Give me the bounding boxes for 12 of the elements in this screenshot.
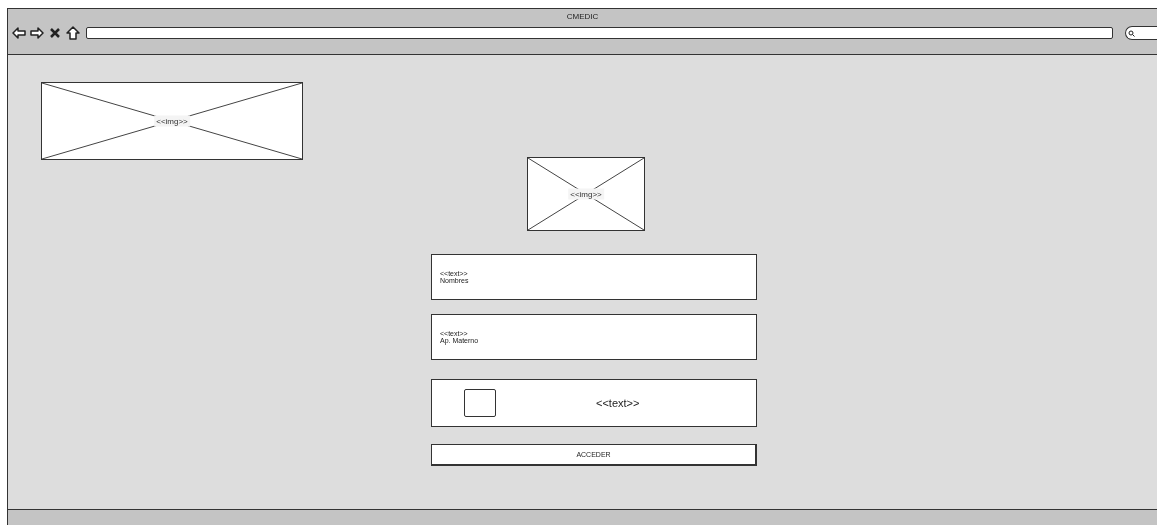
window-title: CMEDIC (566, 12, 599, 21)
search-icon (1128, 29, 1135, 37)
checkbox[interactable] (464, 389, 496, 417)
image-label: <<img>> (154, 115, 190, 127)
home-icon[interactable] (66, 26, 80, 40)
search-field[interactable] (1125, 26, 1157, 40)
address-bar[interactable] (86, 27, 1113, 39)
captcha-label: <<text>> (596, 397, 640, 409)
image-label: <<img>> (568, 188, 604, 200)
forward-arrow-icon[interactable] (30, 26, 44, 40)
back-arrow-icon[interactable] (12, 26, 26, 40)
close-icon[interactable] (48, 26, 62, 40)
